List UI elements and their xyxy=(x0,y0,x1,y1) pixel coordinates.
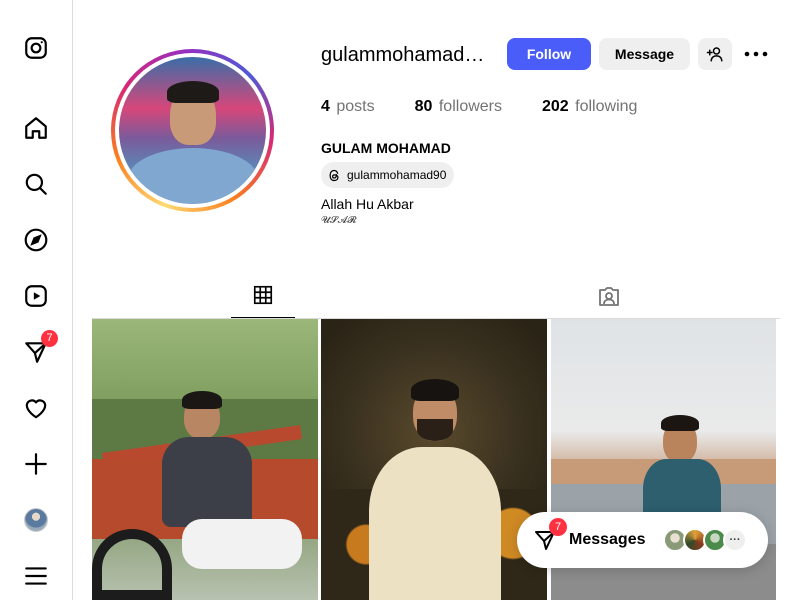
heart-icon[interactable] xyxy=(22,394,50,422)
tab-posts[interactable] xyxy=(231,284,295,318)
messenger-icon[interactable]: 7 xyxy=(22,330,58,366)
bio-subtext: 𝓤𝓢𝓐𝓡 xyxy=(321,215,357,226)
message-button[interactable]: Message xyxy=(599,38,690,70)
threads-icon xyxy=(329,169,339,181)
follow-button[interactable]: Follow xyxy=(507,38,591,70)
avatar xyxy=(24,508,48,532)
home-icon[interactable] xyxy=(22,114,50,142)
full-name: GULAM MOHAMAD xyxy=(321,140,451,156)
profile-picture[interactable] xyxy=(111,49,274,212)
menu-icon[interactable] xyxy=(22,562,50,590)
more-options-icon[interactable] xyxy=(744,44,768,64)
post-thumbnail[interactable] xyxy=(92,319,318,600)
instagram-icon[interactable] xyxy=(22,34,50,62)
profile-avatar[interactable] xyxy=(22,506,50,534)
username: gulammohamad… xyxy=(321,44,485,66)
stat-followers[interactable]: 80 followers xyxy=(415,98,502,116)
messages-badge: 7 xyxy=(549,518,567,536)
post-thumbnail[interactable] xyxy=(321,319,547,600)
messages-avatars: ··· xyxy=(663,528,747,552)
grid-icon xyxy=(253,285,273,305)
messages-label: Messages xyxy=(569,531,646,548)
sidebar: 7 xyxy=(0,0,73,600)
notification-badge: 7 xyxy=(41,330,58,347)
add-user-icon xyxy=(706,47,723,62)
threads-link[interactable]: gulammohamad90 xyxy=(321,162,455,188)
bio-text: Allah Hu Akbar xyxy=(321,196,414,212)
reels-icon[interactable] xyxy=(22,282,50,310)
stat-following[interactable]: 202 following xyxy=(542,98,637,116)
create-icon[interactable] xyxy=(22,450,50,478)
messages-button[interactable]: 7 Messages ··· xyxy=(517,512,768,568)
messenger-icon: 7 xyxy=(533,518,567,552)
profile-stats: 4 posts 80 followers 202 following xyxy=(321,98,677,116)
suggest-user-button[interactable] xyxy=(698,38,732,70)
more-avatars-icon: ··· xyxy=(723,528,747,552)
stat-posts: 4 posts xyxy=(321,98,375,115)
search-icon[interactable] xyxy=(22,170,50,198)
tagged-icon xyxy=(599,287,619,306)
profile-photo xyxy=(119,57,266,204)
threads-handle: gulammohamad90 xyxy=(347,168,447,182)
tab-tagged[interactable] xyxy=(577,284,641,318)
explore-icon[interactable] xyxy=(22,226,50,254)
